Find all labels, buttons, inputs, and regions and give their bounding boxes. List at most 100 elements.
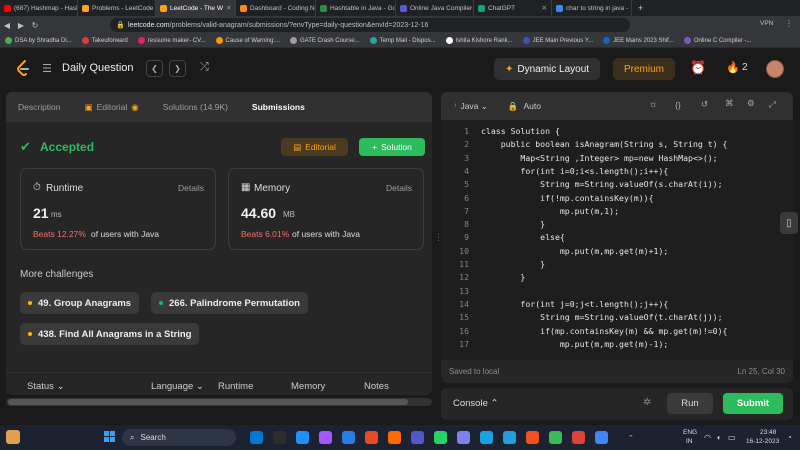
clock-time[interactable]: 23:48 bbox=[760, 429, 776, 436]
code-area[interactable]: 123456789101112131415161718class Solutio… bbox=[441, 126, 793, 354]
code-line[interactable]: for(int j=0;j<t.length();j++){ bbox=[481, 299, 668, 309]
editorial-button[interactable]: ▤ Editorial bbox=[281, 138, 348, 156]
code-line[interactable]: mp.put(m,1); bbox=[481, 206, 619, 216]
close-tab-icon[interactable]: ✕ bbox=[223, 4, 231, 12]
bookmark-item[interactable]: Online C Compiler -... bbox=[679, 37, 757, 44]
menu-icon[interactable]: ⋮ bbox=[785, 19, 793, 28]
code-line[interactable]: else{ bbox=[481, 232, 565, 242]
taskbar-app-icon[interactable] bbox=[411, 431, 424, 444]
browser-tab[interactable]: LeetCode - The W ✕ bbox=[156, 0, 236, 16]
taskbar-app-icon[interactable] bbox=[319, 431, 332, 444]
column-status[interactable]: Status ⌄ bbox=[27, 381, 65, 392]
bookmark-item[interactable]: Temp Mail - Dispos... bbox=[365, 37, 441, 44]
forward-icon[interactable]: ▶ bbox=[14, 21, 28, 30]
notes-side-button[interactable]: ▯ bbox=[780, 212, 798, 234]
browser-tab[interactable]: Online Java Compiler✕ bbox=[396, 0, 474, 16]
windows-start-icon[interactable] bbox=[104, 431, 116, 443]
bookmark-item[interactable]: Takeuforward bbox=[77, 37, 133, 44]
battery-icon[interactable]: ▭ bbox=[728, 433, 736, 442]
code-line[interactable]: public boolean isAnagram(String s, Strin… bbox=[481, 139, 728, 149]
dynamic-layout-button[interactable]: ✦ Dynamic Layout bbox=[494, 58, 600, 80]
code-line[interactable]: } bbox=[481, 352, 545, 354]
taskbar-app-icon[interactable] bbox=[388, 431, 401, 444]
bookmark-item[interactable]: GATE Crash Course... bbox=[285, 37, 365, 44]
challenge-chip[interactable]: 438. Find All Anagrams in a String bbox=[20, 323, 200, 345]
code-line[interactable]: for(int i=0;i<s.length();i++){ bbox=[481, 166, 668, 176]
tab-solutions[interactable]: Solutions (14.9K) bbox=[151, 92, 240, 122]
code-line[interactable]: } bbox=[481, 219, 545, 229]
reset-icon[interactable]: ↺ bbox=[701, 99, 708, 110]
code-line[interactable]: if(!mp.containsKey(m)){ bbox=[481, 193, 653, 203]
taskbar-search[interactable]: ⌕ Search bbox=[122, 429, 236, 446]
taskbar-app-icon[interactable] bbox=[296, 431, 309, 444]
runtime-card[interactable]: ⏱ Runtime Details 21 ms Beats 12.27% of … bbox=[20, 168, 216, 250]
premium-button[interactable]: Premium bbox=[613, 58, 675, 80]
run-button[interactable]: Run bbox=[667, 393, 713, 414]
challenge-chip[interactable]: 49. Group Anagrams bbox=[20, 292, 140, 314]
leetcode-logo-icon[interactable] bbox=[16, 60, 30, 77]
alarm-clock-icon[interactable]: ⏰ bbox=[690, 60, 706, 76]
fire-icon[interactable]: 🔥 bbox=[726, 61, 740, 74]
speaker-icon[interactable]: ◖ bbox=[716, 433, 721, 442]
code-line[interactable]: mp.put(m,mp.get(m)-1); bbox=[481, 339, 668, 349]
code-line[interactable]: class Solution { bbox=[481, 126, 560, 136]
address-bar[interactable]: 🔒 leetcode.com/problems/valid-anagram/su… bbox=[110, 18, 630, 32]
code-line[interactable]: } bbox=[481, 259, 545, 269]
reload-icon[interactable]: ↻ bbox=[28, 21, 42, 30]
bookmark-item[interactable]: DSA by Shradha Di... bbox=[0, 37, 77, 44]
memory-card[interactable]: ▦ Memory Details 44.60 MB Beats 6.01% of… bbox=[228, 168, 424, 250]
submit-button[interactable]: Submit bbox=[723, 393, 783, 414]
code-line[interactable]: String m=String.valueOf(s.charAt(i)); bbox=[481, 179, 722, 189]
taskbar-app-icon[interactable] bbox=[526, 431, 539, 444]
code-line[interactable]: mp.put(m,mp.get(m)+1); bbox=[481, 246, 668, 256]
column-language[interactable]: Language ⌄ bbox=[151, 381, 204, 392]
shuffle-icon[interactable]: ⤮ bbox=[200, 61, 209, 74]
gear-icon[interactable]: ⚙ bbox=[747, 98, 755, 109]
taskbar-app-icon[interactable] bbox=[250, 431, 263, 444]
bookmark-item[interactable]: JEE Mains 2023 Shif... bbox=[598, 37, 679, 44]
weather-widget-icon[interactable] bbox=[6, 430, 20, 444]
problem-list-icon[interactable]: ☰ bbox=[42, 62, 52, 75]
expand-icon[interactable]: ⤢ bbox=[769, 99, 776, 110]
taskbar-app-icon[interactable] bbox=[572, 431, 585, 444]
runtime-details-link[interactable]: Details bbox=[178, 183, 204, 193]
bookmark-item[interactable]: Cause of Warning:... bbox=[211, 37, 285, 44]
browser-tab[interactable]: ChatGPT ✕ bbox=[474, 0, 552, 16]
taskbar-app-icon[interactable] bbox=[503, 431, 516, 444]
taskbar-app-icon[interactable] bbox=[595, 431, 608, 444]
console-toggle[interactable]: Console ⌃ bbox=[453, 398, 498, 409]
next-question-button[interactable]: ❯ bbox=[169, 60, 186, 77]
tray-chevron-icon[interactable]: ⌃ bbox=[628, 434, 634, 442]
close-tab-icon[interactable]: ✕ bbox=[628, 4, 631, 12]
scrollbar-thumb[interactable] bbox=[8, 399, 408, 405]
browser-tab[interactable]: char to string in java -✕ bbox=[552, 0, 632, 16]
braces-icon[interactable]: {} bbox=[675, 100, 681, 110]
taskbar-app-icon[interactable] bbox=[549, 431, 562, 444]
region-indicator[interactable]: IN bbox=[686, 438, 693, 445]
bookmark-item[interactable]: Ishita Kishore Rank... bbox=[441, 37, 518, 44]
horizontal-scrollbar[interactable] bbox=[6, 398, 432, 406]
prev-question-button[interactable]: ❮ bbox=[146, 60, 163, 77]
solution-button[interactable]: + Solution bbox=[359, 138, 425, 156]
challenge-chip[interactable]: 266. Palindrome Permutation bbox=[151, 292, 308, 314]
taskbar-app-icon[interactable] bbox=[480, 431, 493, 444]
code-line[interactable]: String m=String.valueOf(t.charAt(j)); bbox=[481, 312, 722, 322]
tab-submissions[interactable]: Submissions bbox=[240, 92, 317, 122]
notification-icon[interactable]: ◔ bbox=[787, 433, 792, 442]
language-select[interactable]: Java ⌄ bbox=[460, 101, 487, 112]
taskbar-app-icon[interactable] bbox=[457, 431, 470, 444]
memory-details-link[interactable]: Details bbox=[386, 183, 412, 193]
browser-tab[interactable]: Hashtable in Java - Go✕ bbox=[316, 0, 396, 16]
taskbar-app-icon[interactable] bbox=[434, 431, 447, 444]
language-indicator[interactable]: ENG bbox=[683, 429, 697, 436]
code-line[interactable]: if(mp.containsKey(m) && mp.get(m)!=0){ bbox=[481, 326, 727, 336]
daily-question-label[interactable]: Daily Question bbox=[62, 62, 134, 74]
vpn-badge[interactable]: VPN bbox=[760, 20, 773, 27]
tab-editorial[interactable]: ▣ Editorial ◉ bbox=[73, 92, 151, 122]
clock-date[interactable]: 16-12-2023 bbox=[746, 438, 779, 445]
close-tab-icon[interactable]: ✕ bbox=[539, 4, 547, 12]
browser-tab[interactable]: Problems - LeetCode✕ bbox=[78, 0, 156, 16]
taskbar-app-icon[interactable] bbox=[273, 431, 286, 444]
taskbar-app-icon[interactable] bbox=[342, 431, 355, 444]
back-icon[interactable]: ◀ bbox=[0, 21, 14, 30]
